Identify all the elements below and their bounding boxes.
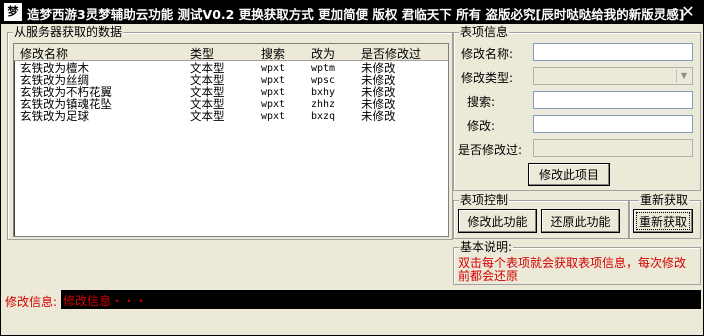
modified-field [533,139,693,157]
refetch-group-label: 重新获取 [639,193,690,207]
search-label: 搜索: [467,95,496,109]
column-header-search[interactable]: 搜索 [261,45,285,62]
column-header-name[interactable]: 修改名称 [20,45,68,62]
chevron-down-icon[interactable]: ▼ [676,69,691,83]
name-label: 修改名称: [461,47,514,61]
table-row[interactable]: 玄铁改为足球 文本型 wpxt bxzq 未修改 [14,109,448,123]
status-label: 修改信息: [5,295,58,309]
app-icon: 梦 [4,3,22,21]
search-field[interactable] [533,91,693,109]
modify-function-button[interactable]: 修改此功能 [458,209,537,233]
cell-target: bxhy [311,87,336,98]
cell-search: wpxt [261,87,286,98]
basic-notes-group-label: 基本说明: [459,240,514,254]
cell-target: zhhz [311,99,336,110]
item-info-group-label: 表项信息 [459,25,510,39]
column-header-type[interactable]: 类型 [190,45,214,62]
cell-target: bxzq [311,111,336,122]
cell-target: wptm [311,63,336,74]
cell-modified: 未修改 [361,109,396,123]
cell-type: 文本型 [190,109,225,123]
cell-target: wpsc [311,75,336,86]
modify-item-button[interactable]: 修改此项目 [528,163,610,186]
refetch-button[interactable]: 重新获取 [633,209,693,233]
cell-search: wpxt [261,63,286,74]
control-group-label: 表项控制 [459,193,510,207]
column-header-target[interactable]: 改为 [311,45,335,62]
status-message: 修改信息・・・ [63,294,148,308]
main-window: 梦 造梦西游3灵梦辅助云功能 测试V0.2 更换获取方式 更加简便 版权 君临天… [0,0,704,336]
cell-search: wpxt [261,75,286,86]
restore-function-button[interactable]: 还原此功能 [541,209,620,233]
window-title: 造梦西游3灵梦辅助云功能 测试V0.2 更换获取方式 更加简便 版权 君临天下 … [27,7,685,22]
cell-search: wpxt [261,99,286,110]
cell-search: wpxt [261,111,286,122]
modified-label: 是否修改过: [458,143,523,157]
status-box: 修改信息・・・ [61,290,701,309]
modify-label: 修改: [467,119,496,133]
column-header-modified[interactable]: 是否修改过 [361,45,421,62]
close-icon[interactable]: ✕ [679,4,697,20]
name-field[interactable] [533,43,693,61]
cell-name: 玄铁改为足球 [20,109,89,123]
modify-field[interactable] [533,115,693,133]
server-data-list[interactable]: 修改名称 类型 搜索 改为 是否修改过 玄铁改为檀木 文本型 wpxt wptm 未修改… [13,43,449,237]
type-label: 修改类型: [461,71,514,85]
title-bar[interactable]: 梦 造梦西游3灵梦辅助云功能 测试V0.2 更换获取方式 更加简便 版权 君临天… [1,1,703,24]
type-select[interactable]: ▼ [533,67,693,85]
basic-notes-text: 双击每个表项就会获取表项信息，每次修改前都会还原 [458,256,687,283]
list-header: 修改名称 类型 搜索 改为 是否修改过 [14,44,448,61]
server-data-group-label: 从服务器获取的数据 [13,25,124,39]
